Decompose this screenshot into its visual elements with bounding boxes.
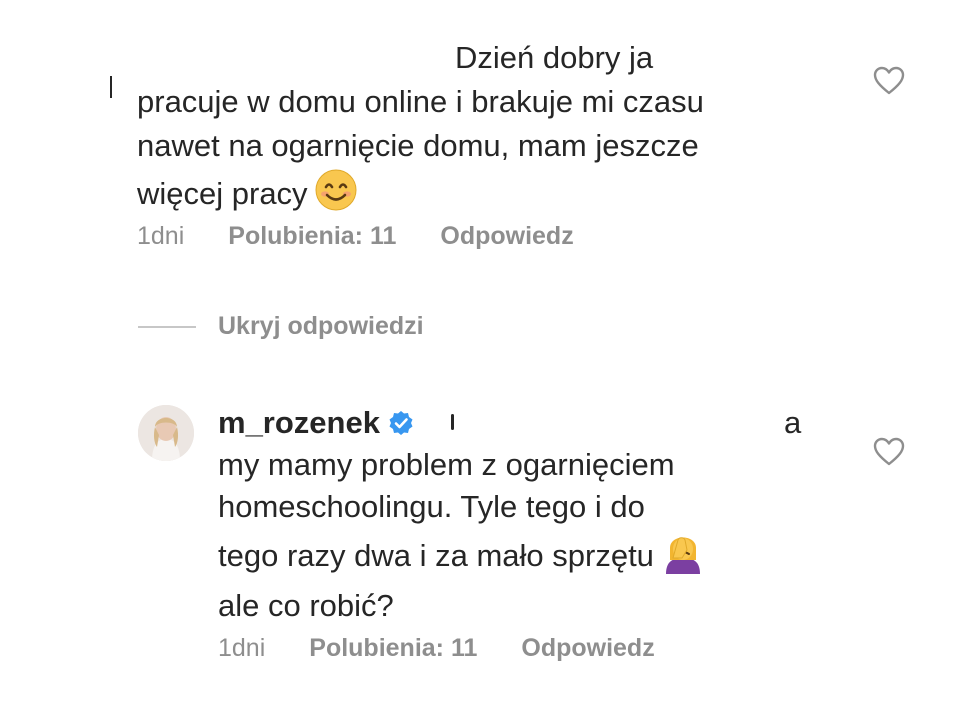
comment-2-reply-button[interactable]: Odpowiedz (521, 634, 654, 663)
comment-2-line-1: m_rozenek (218, 402, 818, 444)
comment-2-meta: 1dni Polubienia: 11 Odpowiedz (218, 634, 655, 663)
facepalm-emoji-icon (660, 528, 706, 585)
comment-1-time: 1dni (137, 222, 185, 250)
comment-1-text: Dzień dobry ja pracuje w domu online i b… (137, 36, 837, 224)
comment-1-line-3: nawet na ogarnięcie domu, mam jeszcze (137, 128, 699, 163)
hide-replies-toggle[interactable]: Ukryj odpowiedzi (138, 312, 424, 341)
comment-1-likes[interactable]: Polubienia: 11 (228, 222, 396, 251)
comment-2-line-3: homeschoolingu. Tyle tego i do (218, 489, 645, 524)
redaction-edge-mark (451, 414, 454, 430)
comment-1-reply-button[interactable]: Odpowiedz (440, 222, 573, 251)
redaction-edge-mark (110, 76, 112, 98)
comment-2-time: 1dni (218, 634, 266, 662)
comment-2-line-4: tego razy dwa i za mało sprzętu (218, 528, 818, 585)
comment-2-line-4-text: tego razy dwa i za mało sprzętu (218, 538, 654, 573)
comment-2-line-5: ale co robić? (218, 588, 394, 623)
like-heart-icon[interactable] (873, 437, 905, 467)
comment-1-meta: 1dni Polubienia: 11 Odpowiedz (137, 222, 574, 251)
verified-badge-icon (388, 405, 414, 435)
comment-1-line-1: Dzień dobry ja (455, 40, 654, 75)
comment-2-line-1-tail: a (784, 405, 802, 440)
comment-2-line-2: my mamy problem z ogarnięciem (218, 447, 675, 482)
like-heart-icon[interactable] (873, 66, 905, 96)
avatar[interactable] (138, 405, 194, 461)
username-link[interactable]: m_rozenek (218, 405, 380, 440)
comment-1-line-2: pracuje w domu online i brakuje mi czasu (137, 84, 704, 119)
comment-2-likes[interactable]: Polubienia: 11 (309, 634, 477, 663)
smiling-face-emoji-icon (314, 168, 358, 224)
hide-replies-label: Ukryj odpowiedzi (218, 312, 424, 340)
comment-1-line-4-text: więcej pracy (137, 176, 308, 211)
divider (138, 325, 196, 328)
comment-2-text: m_rozenek my mamy problem z ogarnięciem … (218, 402, 818, 627)
comment-1-line-4: więcej pracy (137, 168, 837, 224)
